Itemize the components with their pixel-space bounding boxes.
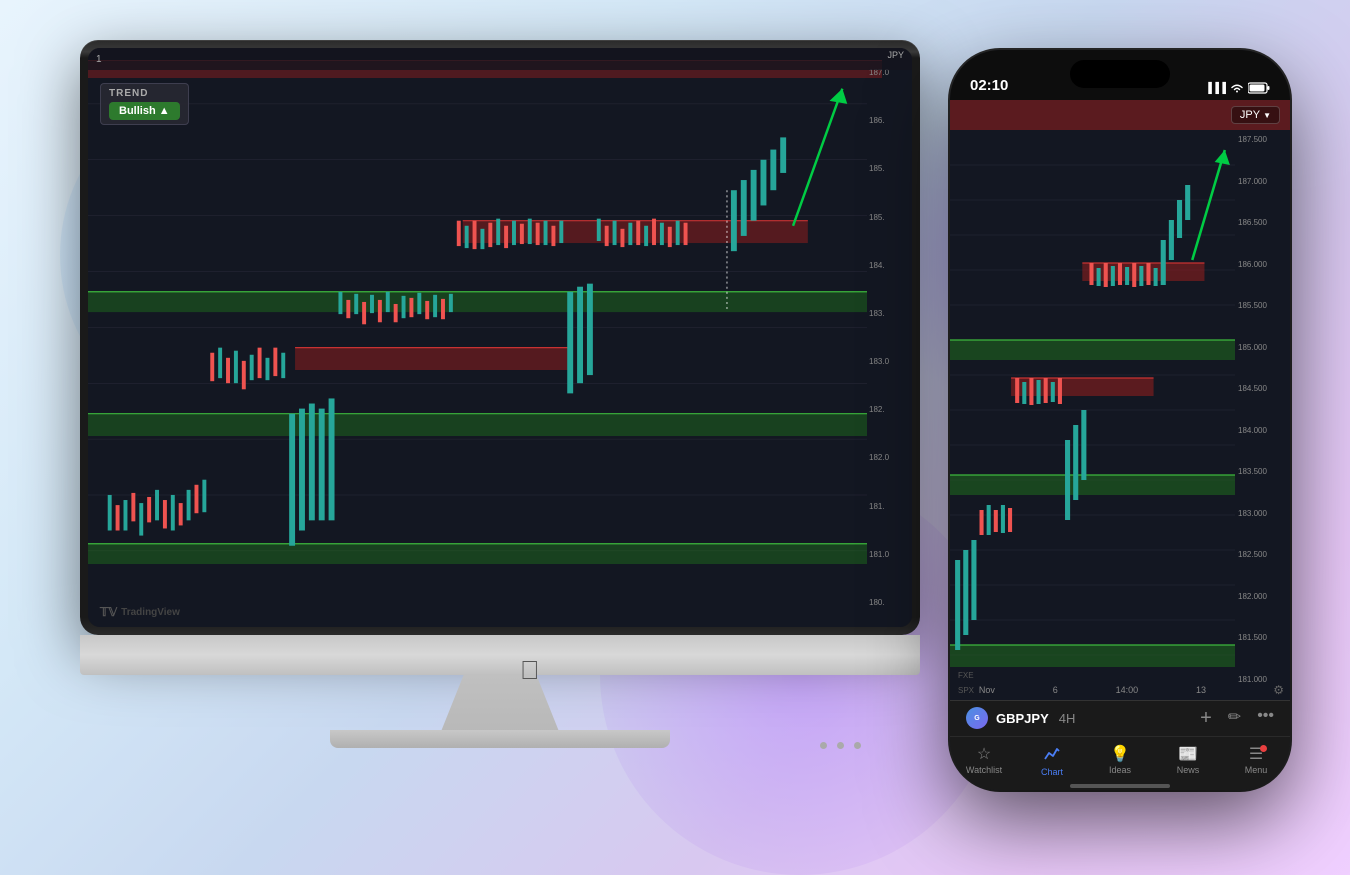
imac-screen: 1 JPY TREND Bullish ▲: [80, 40, 920, 635]
tradingview-watermark: 𝕋𝕍 TradingView: [100, 605, 180, 619]
news-label: News: [1177, 765, 1200, 775]
desktop-currency-label: JPY: [887, 50, 904, 60]
imac-neck: [440, 674, 560, 734]
ideas-icon: 💡: [1110, 747, 1130, 763]
desktop-bullish-badge: Bullish ▲: [109, 102, 180, 120]
nav-watchlist[interactable]: ☆ Watchlist: [950, 747, 1018, 775]
wifi-icon: [1230, 83, 1244, 93]
status-time: 02:10: [970, 77, 1008, 94]
iphone-screen: 02:10 ▐▐▐: [950, 50, 1290, 790]
iphone-device: 02:10 ▐▐▐: [950, 50, 1310, 820]
imac-indicator-dots: [820, 742, 861, 749]
nav-chart[interactable]: Chart: [1018, 745, 1086, 777]
timeframe-badge: 4H: [1059, 711, 1076, 726]
watchlist-icon: ☆: [977, 747, 991, 763]
symbol-name: GBPJPY: [996, 711, 1049, 726]
desktop-trend-box: TREND Bullish ▲: [100, 83, 189, 125]
dot-3: [854, 742, 861, 749]
currency-value: JPY: [1240, 109, 1260, 121]
signal-icon: ▐▐▐: [1205, 83, 1226, 94]
nav-news[interactable]: 📰 News: [1154, 747, 1222, 775]
battery-icon: [1248, 82, 1270, 94]
menu-notification-dot: [1260, 745, 1267, 752]
desktop-bullish-text: Bullish ▲: [119, 105, 170, 117]
imac-display: 1 JPY TREND Bullish ▲: [88, 48, 912, 627]
symbol-bar: G GBPJPY 4H + ✏ •••: [950, 701, 1290, 737]
edit-icon[interactable]: ✏: [1228, 707, 1241, 730]
imac-chin: [80, 635, 920, 675]
iphone-price-labels: 187.500 187.000 186.500 186.000 185.500 …: [1235, 130, 1290, 730]
desktop-trend-label: TREND: [109, 88, 180, 99]
imac-base: [330, 730, 670, 748]
dynamic-island: [1070, 60, 1170, 88]
iphone-bottom-bar: G GBPJPY 4H + ✏ ••• ☆ Watchlist: [950, 700, 1290, 790]
chart-settings-icon[interactable]: ⚙: [1273, 683, 1284, 697]
iphone-body: 02:10 ▐▐▐: [950, 50, 1290, 790]
iphone-nav: ☆ Watchlist Chart 💡 Ideas: [950, 737, 1290, 786]
dot-1: [820, 742, 827, 749]
menu-label: Menu: [1245, 765, 1268, 775]
ideas-label: Ideas: [1109, 765, 1131, 775]
desktop-chart-topbar: 1: [88, 48, 912, 70]
more-icon[interactable]: •••: [1257, 707, 1274, 730]
desktop-chart-svg: [88, 48, 867, 627]
news-icon: 📰: [1178, 747, 1198, 763]
dot-2: [837, 742, 844, 749]
home-indicator: [1070, 784, 1170, 788]
mobile-chart-svg: [950, 130, 1235, 700]
currency-selector[interactable]: JPY ▼: [1231, 106, 1280, 124]
desktop-indicator-num: 1: [96, 54, 102, 65]
iphone-currency-bar: JPY ▼: [950, 100, 1290, 130]
watchlist-label: Watchlist: [966, 765, 1002, 775]
symbol-icon: G: [966, 707, 988, 729]
iphone-date-bar: Nov 6 14:00 13: [950, 680, 1235, 700]
imac-device: 1 JPY TREND Bullish ▲: [40, 30, 960, 790]
chart-nav-icon: [1043, 745, 1061, 765]
nav-ideas[interactable]: 💡 Ideas: [1086, 747, 1154, 775]
spx-label: SPX: [958, 686, 974, 695]
iphone-chart-area: JPY ▼: [950, 100, 1290, 730]
desktop-chart-bg: 1 JPY TREND Bullish ▲: [88, 48, 912, 627]
chart-nav-label: Chart: [1041, 767, 1063, 777]
status-icons: ▐▐▐: [1205, 82, 1270, 94]
currency-dropdown-icon: ▼: [1263, 111, 1271, 120]
fxe-label: FXE: [958, 671, 974, 680]
add-icon[interactable]: +: [1200, 707, 1212, 730]
home-indicator-area: [950, 786, 1290, 790]
nav-menu[interactable]: ☰ Menu: [1222, 747, 1290, 775]
menu-icon: ☰: [1249, 747, 1263, 763]
apple-logo-chin: : [520, 655, 540, 686]
desktop-price-labels: 187.0 186. 185. 185. 184. 183. 183.0 182…: [867, 48, 912, 627]
symbol-actions: + ✏ •••: [1200, 707, 1274, 730]
